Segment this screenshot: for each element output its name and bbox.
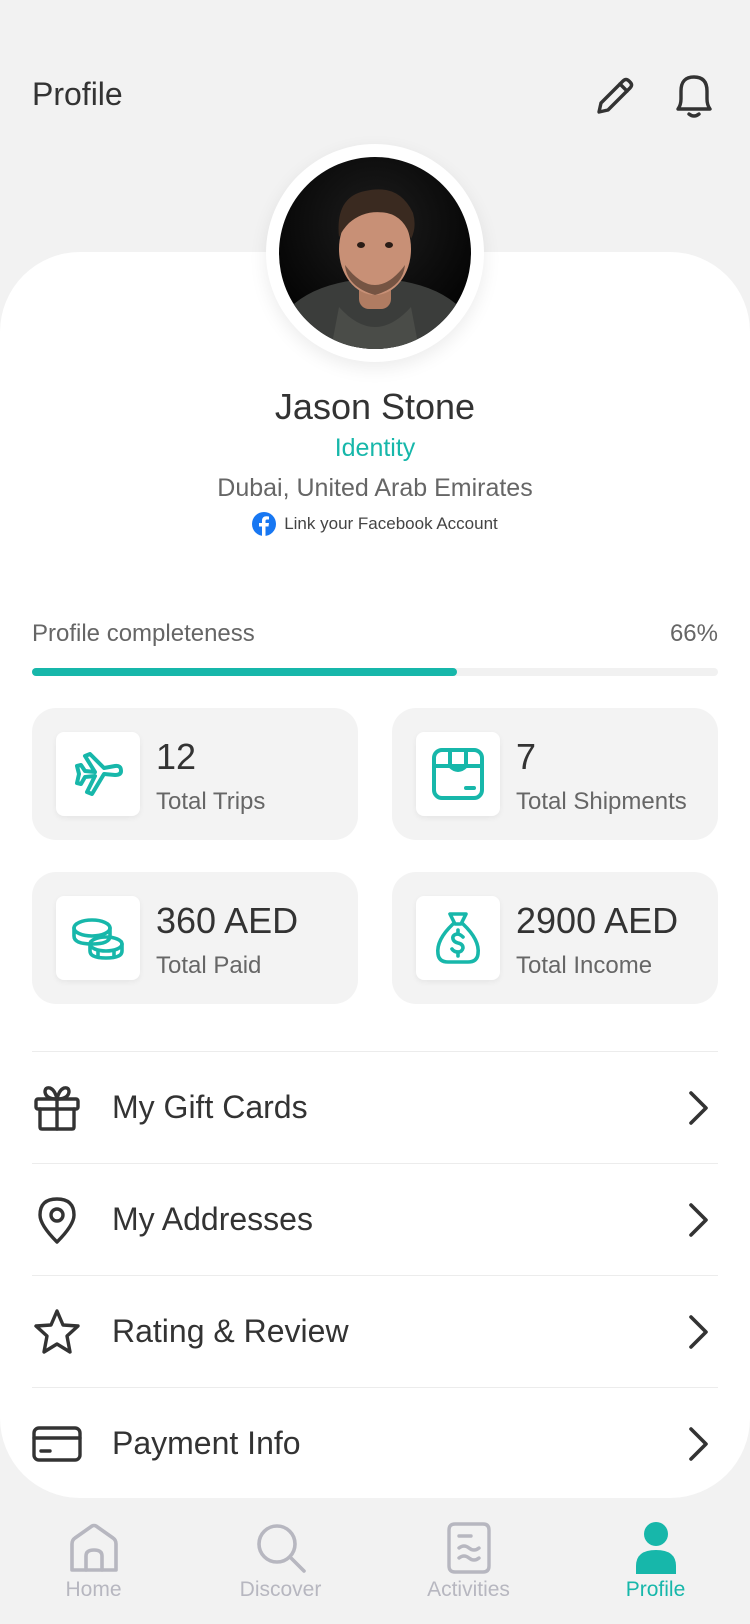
stat-label: Total Trips xyxy=(156,788,266,815)
menu-item-label: Rating & Review xyxy=(112,1313,349,1349)
stat-total-shipments[interactable]: 7 Total Shipments xyxy=(392,708,718,840)
stat-value: 2900 AED xyxy=(516,900,679,941)
search-icon xyxy=(256,1524,306,1573)
bell-icon xyxy=(676,75,712,118)
stat-total-income[interactable]: 2900 AED Total Income xyxy=(392,872,718,1004)
tab-profile[interactable]: Profile xyxy=(562,1518,749,1614)
menu-item-label: My Gift Cards xyxy=(112,1089,308,1125)
profile-menu: My Gift Cards My Addresses Rating & Revi… xyxy=(32,1051,718,1499)
tab-label: Profile xyxy=(625,1578,686,1601)
menu-item-label: My Addresses xyxy=(112,1201,313,1237)
chevron-right-icon xyxy=(689,1315,708,1349)
user-icon xyxy=(635,1522,676,1574)
completeness-value: 66% xyxy=(669,620,718,647)
notifications-button[interactable] xyxy=(666,68,722,124)
app-header: Profile xyxy=(0,0,750,150)
facebook-icon xyxy=(252,512,277,536)
tab-activities[interactable]: Activities xyxy=(375,1518,562,1614)
airplane-icon xyxy=(75,752,123,796)
package-icon xyxy=(432,748,484,800)
edit-profile-button[interactable] xyxy=(587,68,643,124)
stat-value: 12 xyxy=(156,736,197,777)
map-pin-icon xyxy=(38,1196,76,1244)
menu-item-rating-review[interactable]: Rating & Review xyxy=(32,1275,718,1387)
coins-icon xyxy=(72,918,124,960)
tab-label: Activities xyxy=(427,1578,510,1601)
chevron-right-icon xyxy=(689,1091,708,1125)
completeness-label: Profile completeness xyxy=(32,620,255,647)
gift-icon xyxy=(34,1085,80,1131)
profile-name: Jason Stone xyxy=(274,386,476,427)
profile-location: Dubai, United Arab Emirates xyxy=(217,474,533,502)
menu-item-payment-info[interactable]: Payment Info xyxy=(32,1387,718,1499)
stat-value: 7 xyxy=(516,736,537,777)
stat-label: Total Income xyxy=(516,952,653,979)
credit-card-icon xyxy=(32,1425,82,1462)
tab-label: Discover xyxy=(239,1578,322,1601)
stat-label: Total Paid xyxy=(156,952,262,979)
tab-discover[interactable]: Discover xyxy=(187,1518,374,1614)
menu-item-addresses[interactable]: My Addresses xyxy=(32,1163,718,1275)
home-icon xyxy=(69,1523,118,1572)
tab-label: Home xyxy=(65,1578,122,1601)
money-bag-icon xyxy=(435,912,481,964)
facebook-link-label: Link your Facebook Account xyxy=(284,514,498,533)
menu-item-label: Payment Info xyxy=(112,1425,301,1461)
avatar[interactable] xyxy=(266,144,484,362)
facebook-link-button[interactable]: Link your Facebook Account xyxy=(0,512,750,536)
stat-label: Total Shipments xyxy=(516,788,687,815)
menu-item-gift-cards[interactable]: My Gift Cards xyxy=(32,1051,718,1163)
star-icon xyxy=(34,1308,80,1354)
identity-link[interactable]: Identity xyxy=(0,434,750,463)
pencil-icon xyxy=(597,77,634,114)
chevron-right-icon xyxy=(689,1203,708,1237)
completeness-progress-bar xyxy=(32,668,718,676)
page-title: Profile xyxy=(32,76,123,112)
stat-total-trips[interactable]: 12 Total Trips xyxy=(32,708,358,840)
chevron-right-icon xyxy=(689,1427,708,1461)
stat-total-paid[interactable]: 360 AED Total Paid xyxy=(32,872,358,1004)
avatar-photo xyxy=(279,157,471,349)
bottom-tab-bar: Home Discover Activities Profile xyxy=(0,1498,750,1624)
tab-home[interactable]: Home xyxy=(0,1518,187,1614)
document-icon xyxy=(446,1522,491,1574)
stat-value: 360 AED xyxy=(156,900,299,941)
completeness-progress-fill xyxy=(32,668,458,676)
